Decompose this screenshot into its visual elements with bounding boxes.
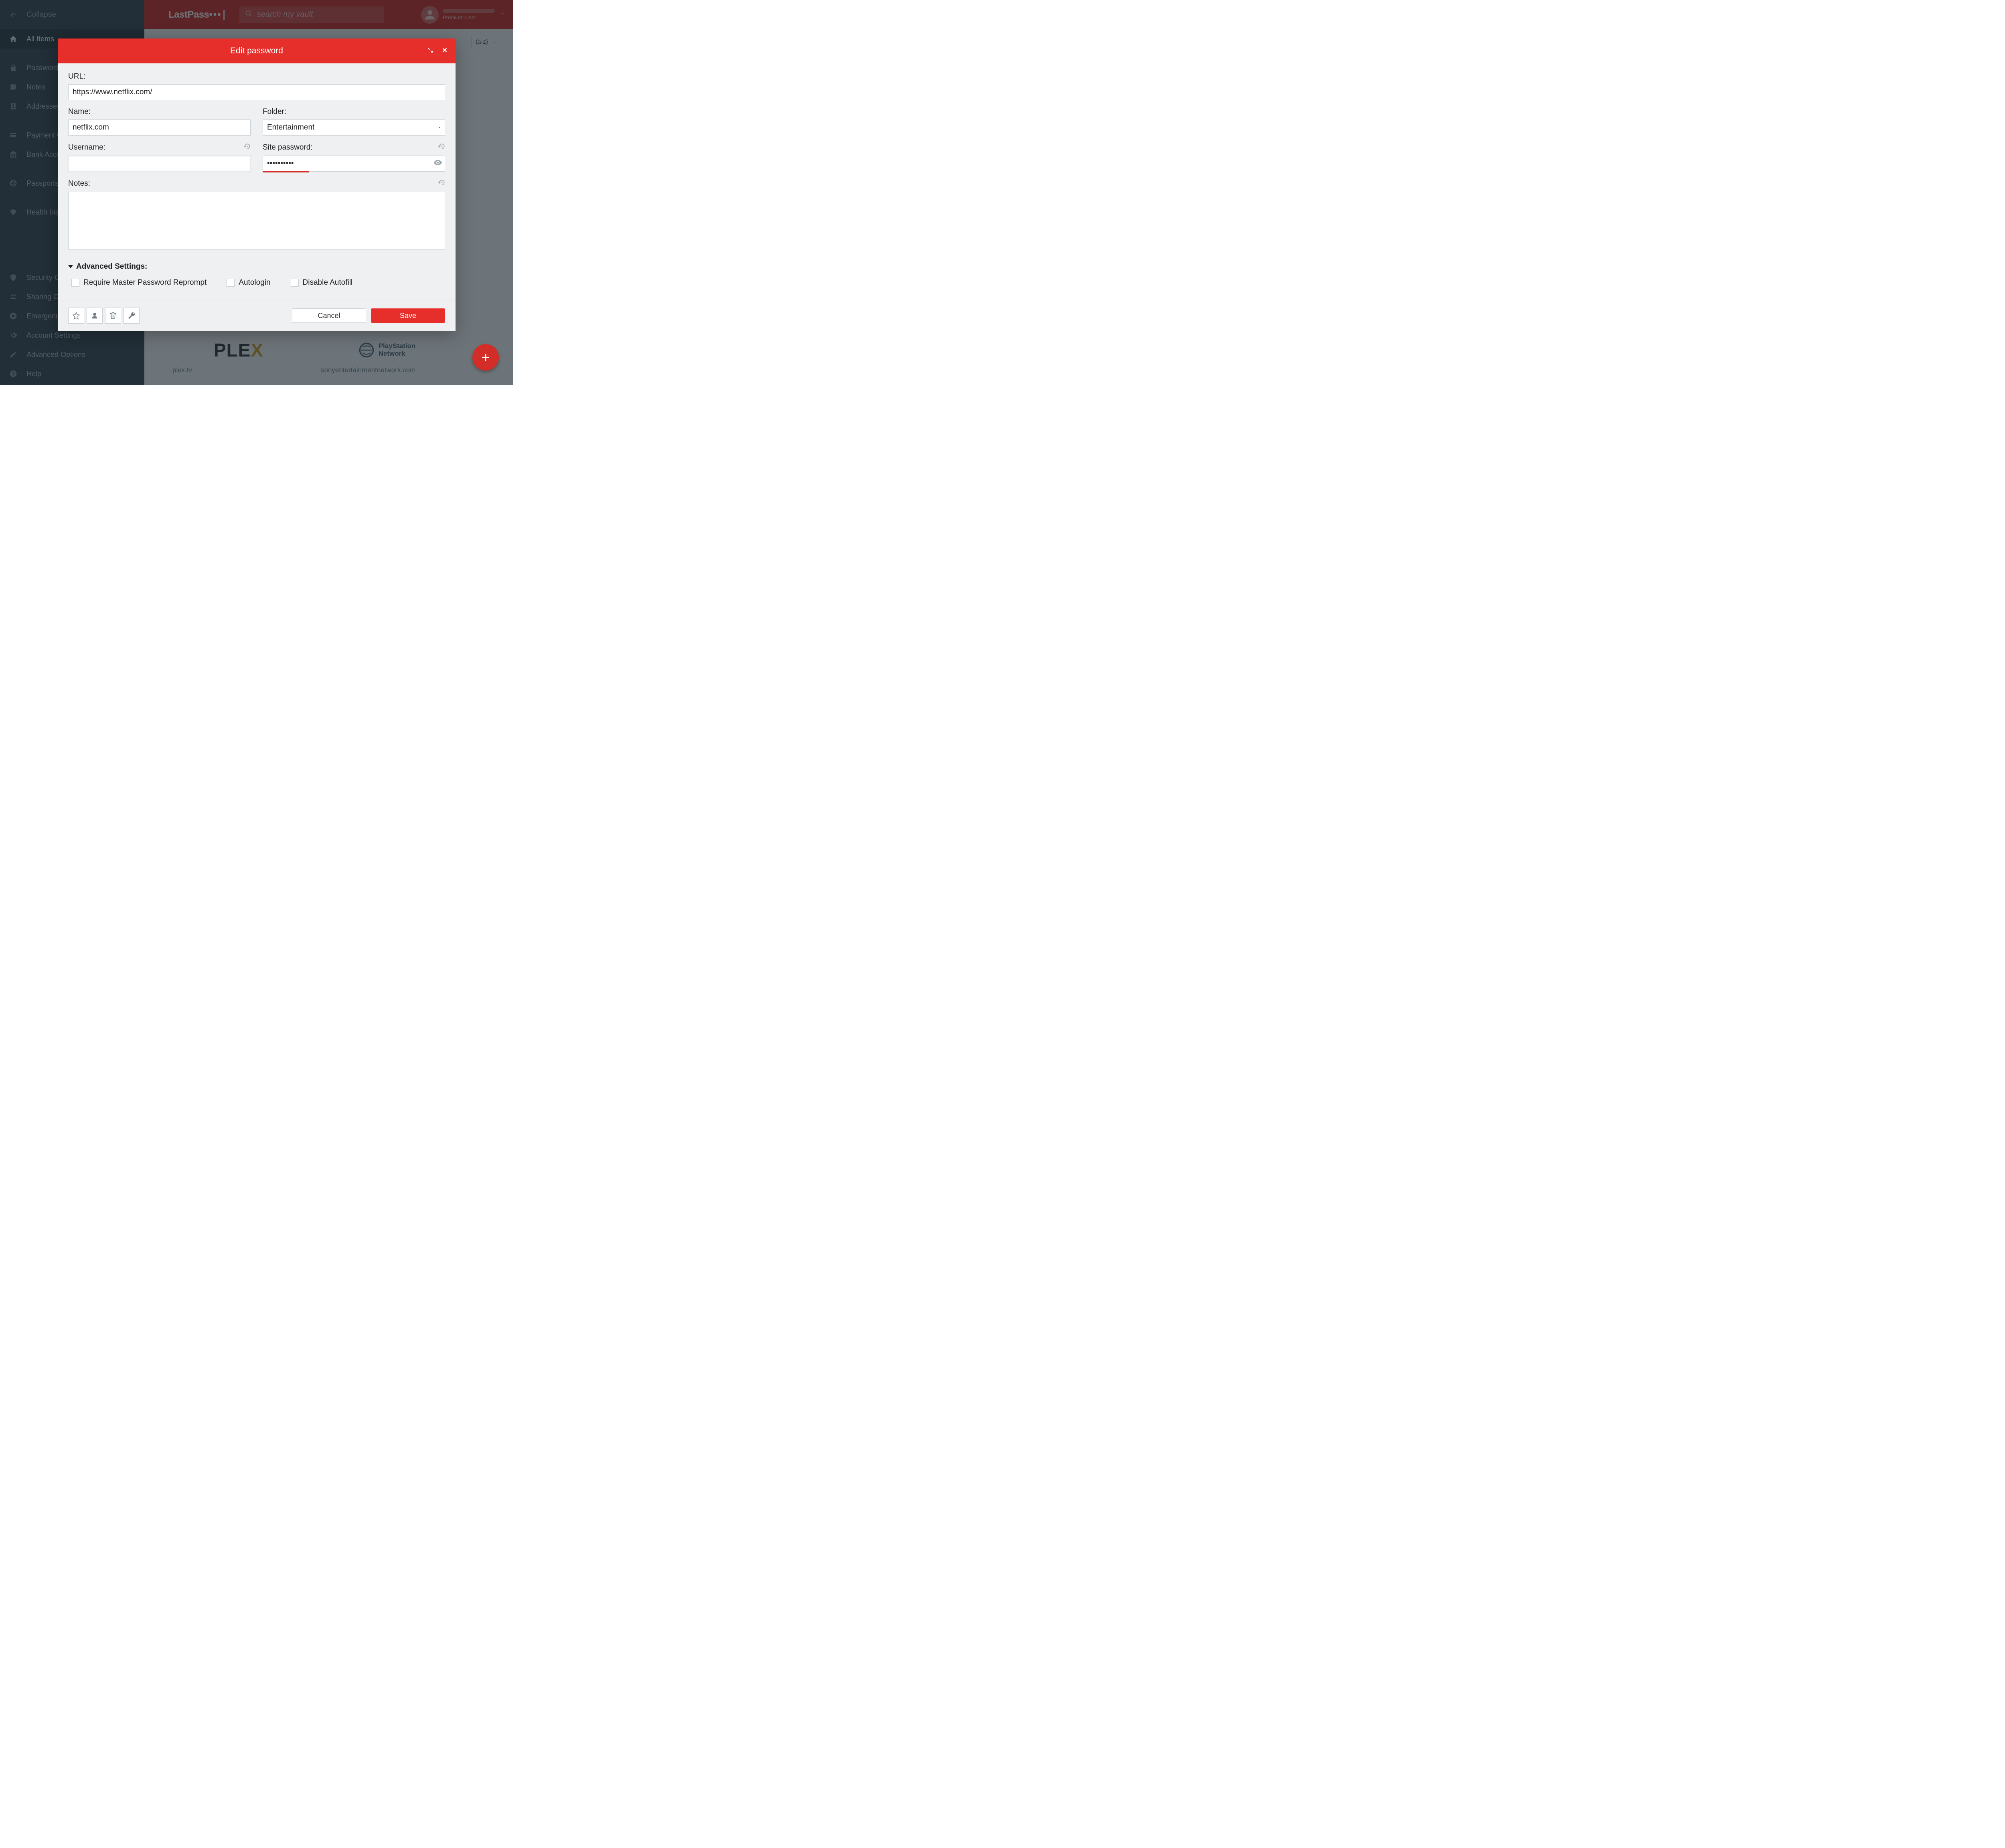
dialog-footer: Cancel Save [58,300,456,331]
disable-autofill-checkbox[interactable]: Disable Autofill [291,278,353,287]
plus-icon: + [481,349,490,366]
username-input[interactable] [68,156,251,172]
cancel-button[interactable]: Cancel [292,308,366,323]
wrench-icon [128,312,136,320]
url-input[interactable] [68,84,445,100]
close-icon[interactable] [441,47,448,56]
history-icon[interactable] [438,143,445,152]
favorite-button[interactable] [68,308,84,324]
name-label: Name: [68,107,251,116]
history-icon[interactable] [243,143,251,152]
advanced-settings-toggle[interactable]: Advanced Settings: [68,262,445,271]
folder-label: Folder: [263,107,445,116]
checkbox-icon [71,279,79,287]
username-label: Username: [68,143,251,152]
autologin-checkbox[interactable]: Autologin [227,278,270,287]
chevron-down-icon [437,126,442,130]
dialog-title: Edit password [230,46,283,56]
history-icon[interactable] [438,179,445,188]
show-password-button[interactable] [434,160,442,168]
reprompt-checkbox[interactable]: Require Master Password Reprompt [71,278,207,287]
expand-icon[interactable] [427,47,434,56]
checkbox-icon [227,279,235,287]
password-strength-bar [263,171,309,172]
name-input[interactable] [68,120,251,136]
dialog-body: URL: Name: Folder: Username: [58,63,456,300]
person-icon [91,312,99,320]
notes-label: Notes: [68,179,445,188]
eye-icon [434,160,442,166]
folder-dropdown-button[interactable] [434,120,445,136]
add-item-button[interactable]: + [472,344,499,371]
url-label: URL: [68,72,445,81]
delete-button[interactable] [105,308,121,324]
triangle-down-icon [68,265,73,268]
save-button[interactable]: Save [371,308,445,323]
trash-icon [109,312,117,320]
password-label: Site password: [263,143,445,152]
tools-button[interactable] [124,308,140,324]
share-button[interactable] [87,308,103,324]
notes-input[interactable] [68,192,445,250]
password-input[interactable] [263,156,445,172]
folder-input[interactable] [263,120,434,136]
dialog-header: Edit password [58,38,456,63]
checkbox-icon [291,279,299,287]
edit-password-dialog: Edit password URL: Name: Folder: [58,38,456,331]
star-icon [72,312,80,320]
